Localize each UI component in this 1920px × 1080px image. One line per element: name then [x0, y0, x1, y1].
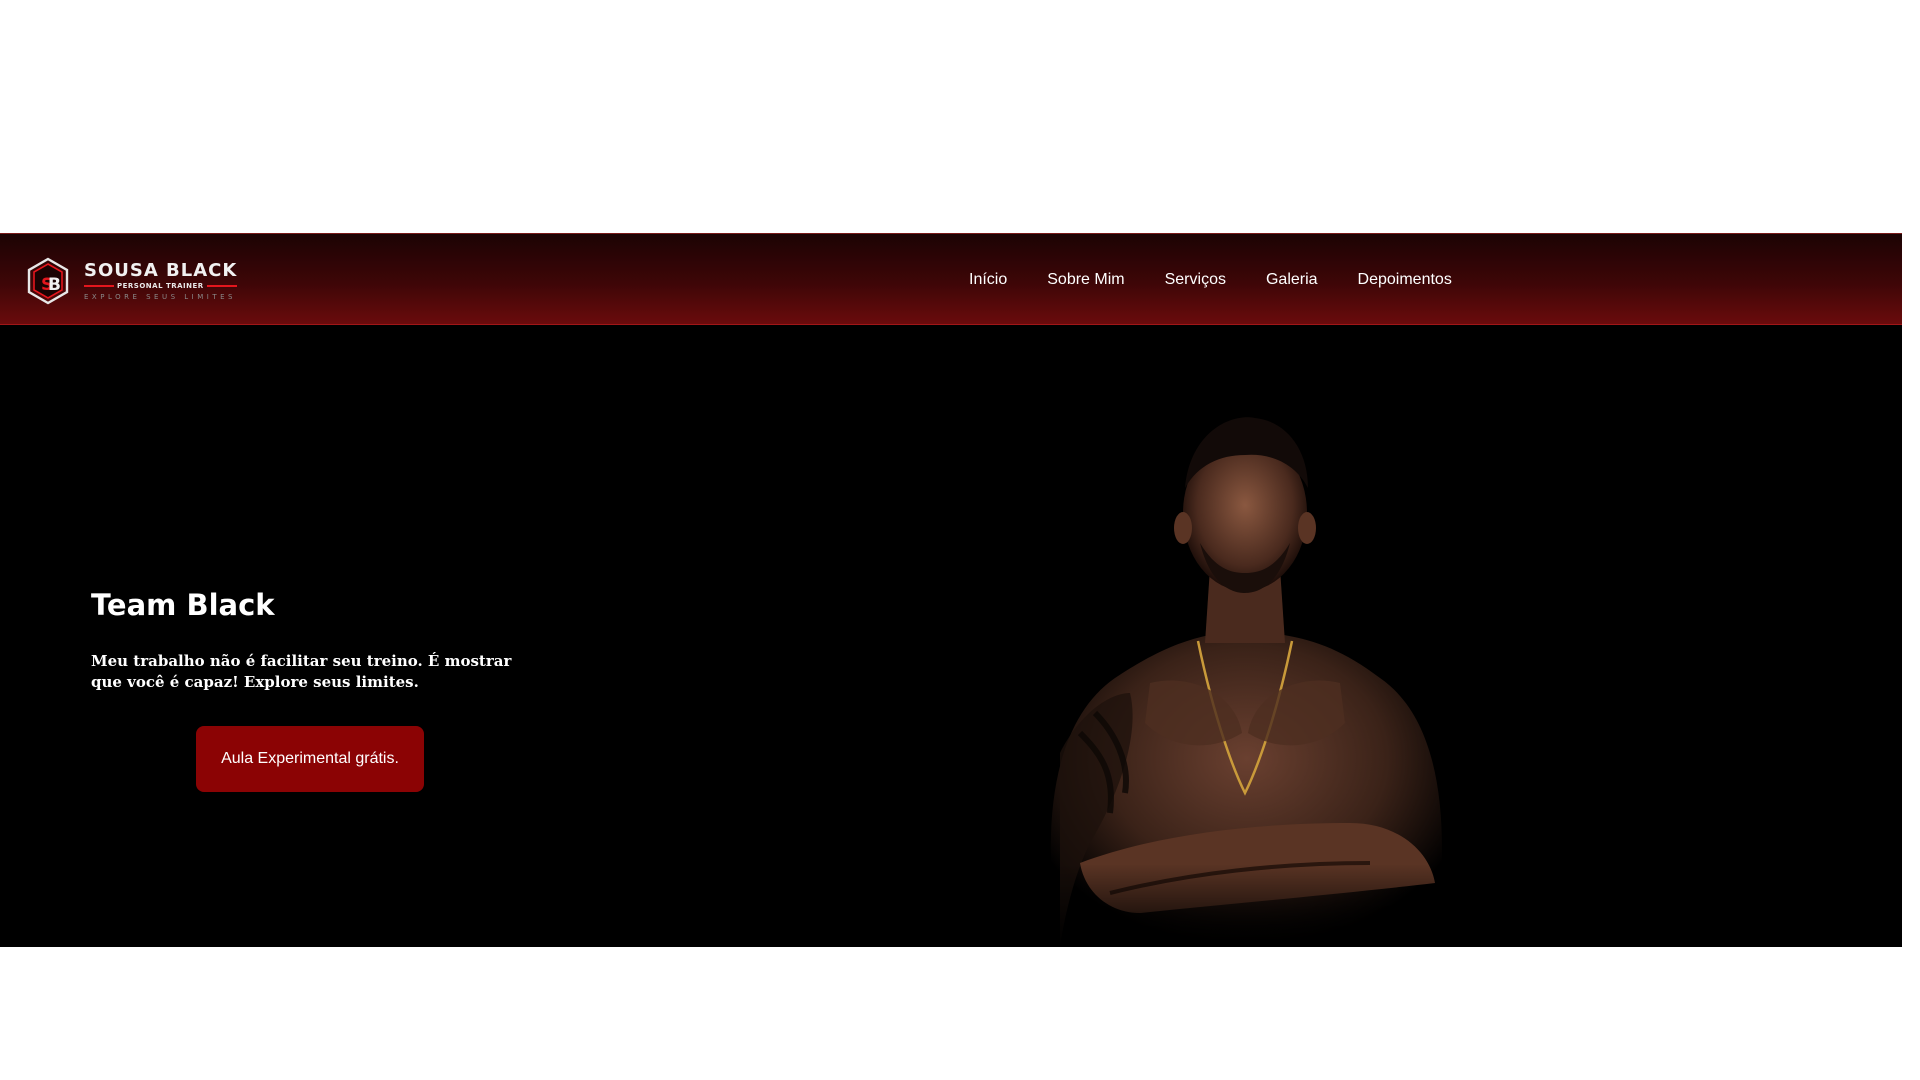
hero-content: Team Black Meu trabalho não é facilitar … [91, 587, 551, 693]
nav-link-servicos[interactable]: Serviços [1165, 271, 1226, 289]
top-navbar: S B SOUSA BLACK PERSONAL TRAINER EXPLORE… [0, 233, 1902, 325]
divider-line [84, 285, 114, 287]
brand-name: SOUSA BLACK [84, 260, 238, 281]
hero-description: Meu trabalho não é facilitar seu treino.… [91, 652, 512, 691]
hero-title: Team Black [91, 588, 275, 622]
divider-line [206, 285, 237, 287]
brand-subtitle: PERSONAL TRAINER [117, 282, 204, 290]
brand-tagline: EXPLORE SEUS LIMITES [84, 293, 236, 301]
landing-page: S B SOUSA BLACK PERSONAL TRAINER EXPLORE… [0, 233, 1902, 947]
logo-emblem-icon: S B [26, 257, 70, 305]
nav-link-sobre-mim[interactable]: Sobre Mim [1047, 271, 1124, 289]
main-nav: Início Sobre Mim Serviços Galeria Depoim… [969, 234, 1492, 326]
nav-link-depoimentos[interactable]: Depoimentos [1358, 271, 1452, 289]
logo-wordmark: SOUSA BLACK PERSONAL TRAINER EXPLORE SEU… [84, 261, 237, 301]
brand-logo[interactable]: S B SOUSA BLACK PERSONAL TRAINER EXPLORE… [26, 256, 237, 306]
nav-link-inicio[interactable]: Início [969, 271, 1007, 289]
svg-text:B: B [48, 275, 61, 295]
brand-subtitle-row: PERSONAL TRAINER [84, 282, 237, 290]
free-trial-button[interactable]: Aula Experimental grátis. [196, 726, 424, 792]
hero-trainer-photo [1020, 393, 1470, 947]
nav-link-galeria[interactable]: Galeria [1266, 271, 1318, 289]
